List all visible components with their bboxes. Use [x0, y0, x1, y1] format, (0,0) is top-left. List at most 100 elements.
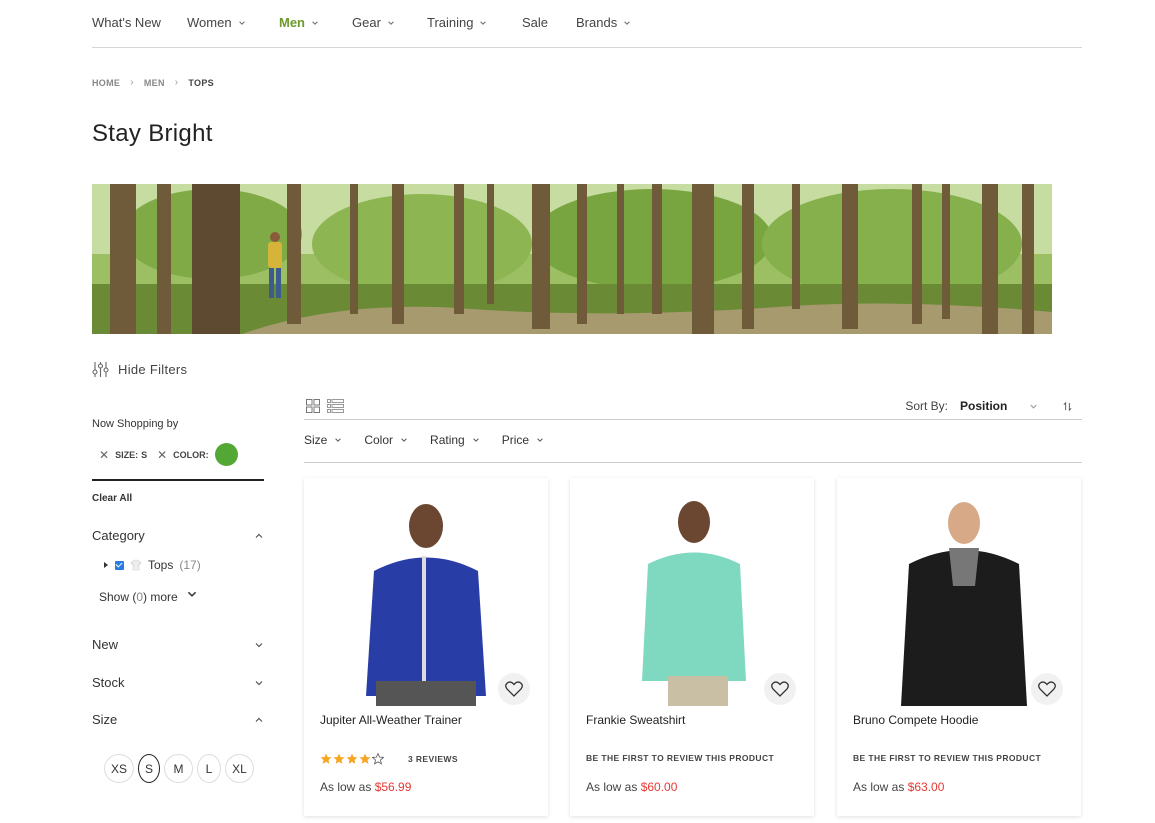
size-option-xl[interactable]: XL	[225, 754, 254, 783]
show-more-link[interactable]: Show (0) more	[99, 590, 198, 604]
product-price: As low as $60.00	[586, 780, 678, 794]
breadcrumb-current: TOPS	[188, 77, 214, 88]
product-reviews: 3 REVIEWS	[320, 753, 458, 765]
shirt-icon	[130, 559, 142, 571]
sort-label: Sort By:	[905, 399, 948, 413]
filter-dropdown-price[interactable]: Price	[502, 430, 544, 450]
product-name[interactable]: Frankie Sweatshirt	[586, 713, 685, 727]
first-review-link[interactable]: BE THE FIRST TO REVIEW THIS PRODUCT	[853, 753, 1041, 763]
nav-item-men[interactable]: Men	[279, 15, 319, 30]
filter-dropdown-color[interactable]: Color	[364, 430, 408, 450]
chevron-down-icon	[238, 20, 245, 25]
remove-filter-icon[interactable]: ✕	[157, 448, 167, 462]
now-shopping-label: Now Shopping by	[92, 418, 179, 430]
breadcrumb-men[interactable]: MEN	[144, 78, 165, 88]
heart-icon	[771, 681, 789, 697]
filter-size-value: S	[141, 449, 148, 460]
breadcrumb-home[interactable]: HOME	[92, 78, 120, 88]
chevron-down-icon	[1030, 404, 1037, 409]
nav-item-brands[interactable]: Brands	[576, 15, 631, 30]
filter-size-label: SIZE:	[115, 449, 139, 460]
chevron-right-icon: ›	[130, 77, 134, 88]
star-filled-icon	[346, 753, 358, 764]
hide-filters-toggle[interactable]: Hide Filters	[92, 361, 187, 378]
chevron-down-icon	[255, 680, 263, 685]
sort-arrows-icon	[1063, 401, 1071, 411]
active-filters: ✕ SIZE: S ✕ COLOR:	[99, 443, 238, 466]
page-title: Stay Bright	[92, 120, 213, 147]
filter-dropdown-size[interactable]: Size	[304, 430, 342, 450]
product-name[interactable]: Bruno Compete Hoodie	[853, 713, 978, 727]
star-empty-icon	[372, 753, 384, 765]
list-view-icon[interactable]	[327, 399, 344, 413]
nav-item-sale[interactable]: Sale	[522, 15, 548, 30]
size-options: XS S M L XL	[104, 754, 254, 783]
nav-item-training[interactable]: Training	[427, 15, 487, 30]
reviews-link[interactable]: 3 REVIEWS	[408, 754, 458, 764]
star-rating	[320, 753, 384, 765]
size-option-l[interactable]: L	[197, 754, 221, 783]
category-item-tops[interactable]: Tops (17)	[103, 558, 201, 572]
sort-select[interactable]: Position	[960, 399, 1038, 413]
product-name[interactable]: Jupiter All-Weather Trainer	[320, 713, 462, 727]
chevron-down-icon	[624, 20, 630, 25]
divider	[92, 479, 264, 481]
star-filled-icon	[333, 753, 345, 764]
heart-icon	[1038, 681, 1056, 697]
chevron-down-icon	[537, 438, 543, 442]
horizontal-filter-bar: Size Color Rating Price	[304, 430, 1082, 463]
category-checkbox[interactable]	[115, 560, 124, 570]
product-card[interactable]: Bruno Compete Hoodie BE THE FIRST TO REV…	[837, 478, 1081, 816]
facet-stock-header[interactable]: Stock	[92, 675, 264, 690]
facet-new-header[interactable]: New	[92, 637, 264, 652]
filter-dropdown-rating[interactable]: Rating	[430, 430, 480, 450]
color-swatch-green	[214, 443, 238, 466]
chevron-down-icon	[255, 642, 263, 647]
top-navigation: What's New Women Men Gear Training Sale …	[92, 0, 1082, 48]
size-option-xs[interactable]: XS	[104, 754, 134, 783]
product-price: As low as $56.99	[320, 780, 412, 794]
nav-item-gear[interactable]: Gear	[352, 15, 395, 30]
star-filled-icon	[359, 753, 371, 764]
chevron-down-icon	[388, 20, 394, 25]
filter-color-label: COLOR:	[173, 449, 209, 460]
chevron-right-icon: ›	[174, 77, 179, 88]
facet-size-header[interactable]: Size	[92, 712, 264, 727]
view-mode-switcher	[306, 399, 344, 413]
clear-all-link[interactable]: Clear All	[92, 493, 132, 504]
add-to-wishlist-button[interactable]	[764, 673, 796, 705]
sliders-icon	[92, 362, 109, 377]
grid-view-icon[interactable]	[306, 399, 320, 413]
facet-category-header[interactable]: Category	[92, 528, 264, 543]
sort-control: Sort By: Position	[905, 399, 1082, 413]
heart-icon	[505, 681, 523, 697]
product-price: As low as $63.00	[853, 780, 945, 794]
product-card[interactable]: Jupiter All-Weather Trainer 3 REVIEWS As…	[304, 478, 548, 816]
products-toolbar: Sort By: Position	[304, 396, 1082, 420]
star-filled-icon	[320, 753, 332, 764]
caret-right-icon[interactable]	[103, 561, 109, 569]
category-banner-image	[92, 184, 1052, 334]
chevron-down-icon	[401, 438, 407, 442]
product-card[interactable]: Frankie Sweatshirt BE THE FIRST TO REVIE…	[570, 478, 814, 816]
chevron-up-icon	[255, 533, 263, 538]
chevron-down-icon	[472, 438, 479, 442]
forest-illustration	[92, 184, 1052, 334]
first-review-link[interactable]: BE THE FIRST TO REVIEW THIS PRODUCT	[586, 753, 774, 763]
chevron-down-icon	[312, 20, 318, 25]
nav-item-whats-new[interactable]: What's New	[92, 15, 161, 30]
add-to-wishlist-button[interactable]	[498, 673, 530, 705]
sort-direction-button[interactable]	[1052, 401, 1082, 412]
chevron-down-icon	[480, 20, 487, 25]
chevron-down-icon	[187, 591, 196, 597]
product-reviews: BE THE FIRST TO REVIEW THIS PRODUCT	[586, 753, 774, 763]
remove-filter-icon[interactable]: ✕	[99, 448, 109, 462]
chevron-up-icon	[255, 717, 263, 722]
size-option-m[interactable]: M	[164, 754, 193, 783]
chevron-down-icon	[335, 438, 342, 442]
add-to-wishlist-button[interactable]	[1031, 673, 1063, 705]
product-reviews: BE THE FIRST TO REVIEW THIS PRODUCT	[853, 753, 1041, 763]
size-option-s[interactable]: S	[138, 754, 160, 783]
breadcrumb: HOME › MEN › TOPS	[92, 77, 214, 88]
nav-item-women[interactable]: Women	[187, 15, 246, 30]
